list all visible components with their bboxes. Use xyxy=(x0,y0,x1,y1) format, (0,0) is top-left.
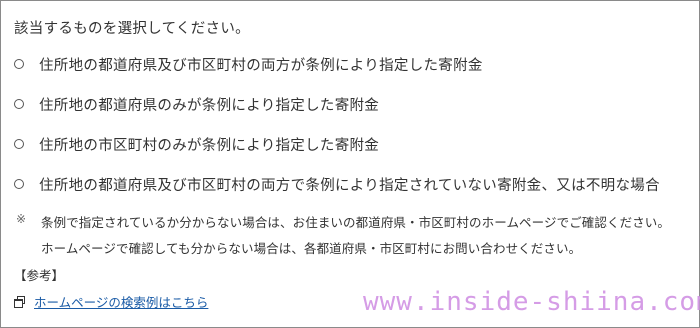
new-window-icon xyxy=(14,295,26,308)
option-label: 住所地の都道府県のみが条例により指定した寄附金 xyxy=(39,97,380,114)
radio-button[interactable] xyxy=(14,139,24,149)
option-prefecture-only[interactable]: 住所地の都道府県のみが条例により指定した寄附金 xyxy=(14,93,379,115)
selection-panel: 該当するものを選択してください。 住所地の都道府県及び市区町村の両方が条例により… xyxy=(0,0,700,328)
radio-button[interactable] xyxy=(14,59,24,69)
search-example-link[interactable]: ホームページの検索例はこちら xyxy=(34,292,208,311)
note-marker: ※ xyxy=(16,212,27,226)
option-label: 住所地の都道府県及び市区町村の両方で条例により指定されていない寄附金、又は不明な… xyxy=(39,177,660,194)
option-label: 住所地の市区町村のみが条例により指定した寄附金 xyxy=(39,137,380,154)
option-both-designated[interactable]: 住所地の都道府県及び市区町村の両方が条例により指定した寄附金 xyxy=(14,53,483,75)
note-text-line: 条例で指定されているか分からない場合は、お住まいの都道府県・市区町村のホームペー… xyxy=(41,215,671,230)
watermark-text: www.inside-shiina.com xyxy=(363,287,700,317)
option-not-designated-or-unknown[interactable]: 住所地の都道府県及び市区町村の両方で条例により指定されていない寄附金、又は不明な… xyxy=(14,173,660,195)
option-label: 住所地の都道府県及び市区町村の両方が条例により指定した寄附金 xyxy=(39,57,483,74)
reference-heading: 【参考】 xyxy=(14,268,65,283)
reference-link-row[interactable]: ホームページの検索例はこちら xyxy=(14,292,208,311)
option-municipality-only[interactable]: 住所地の市区町村のみが条例により指定した寄附金 xyxy=(14,133,379,155)
note-text-line: ホームページで確認しても分からない場合は、各都道府県・市区町村にお問い合わせくだ… xyxy=(41,241,582,256)
radio-button[interactable] xyxy=(14,99,24,109)
selection-prompt: 該当するものを選択してください。 xyxy=(14,21,250,37)
radio-button[interactable] xyxy=(14,179,24,189)
